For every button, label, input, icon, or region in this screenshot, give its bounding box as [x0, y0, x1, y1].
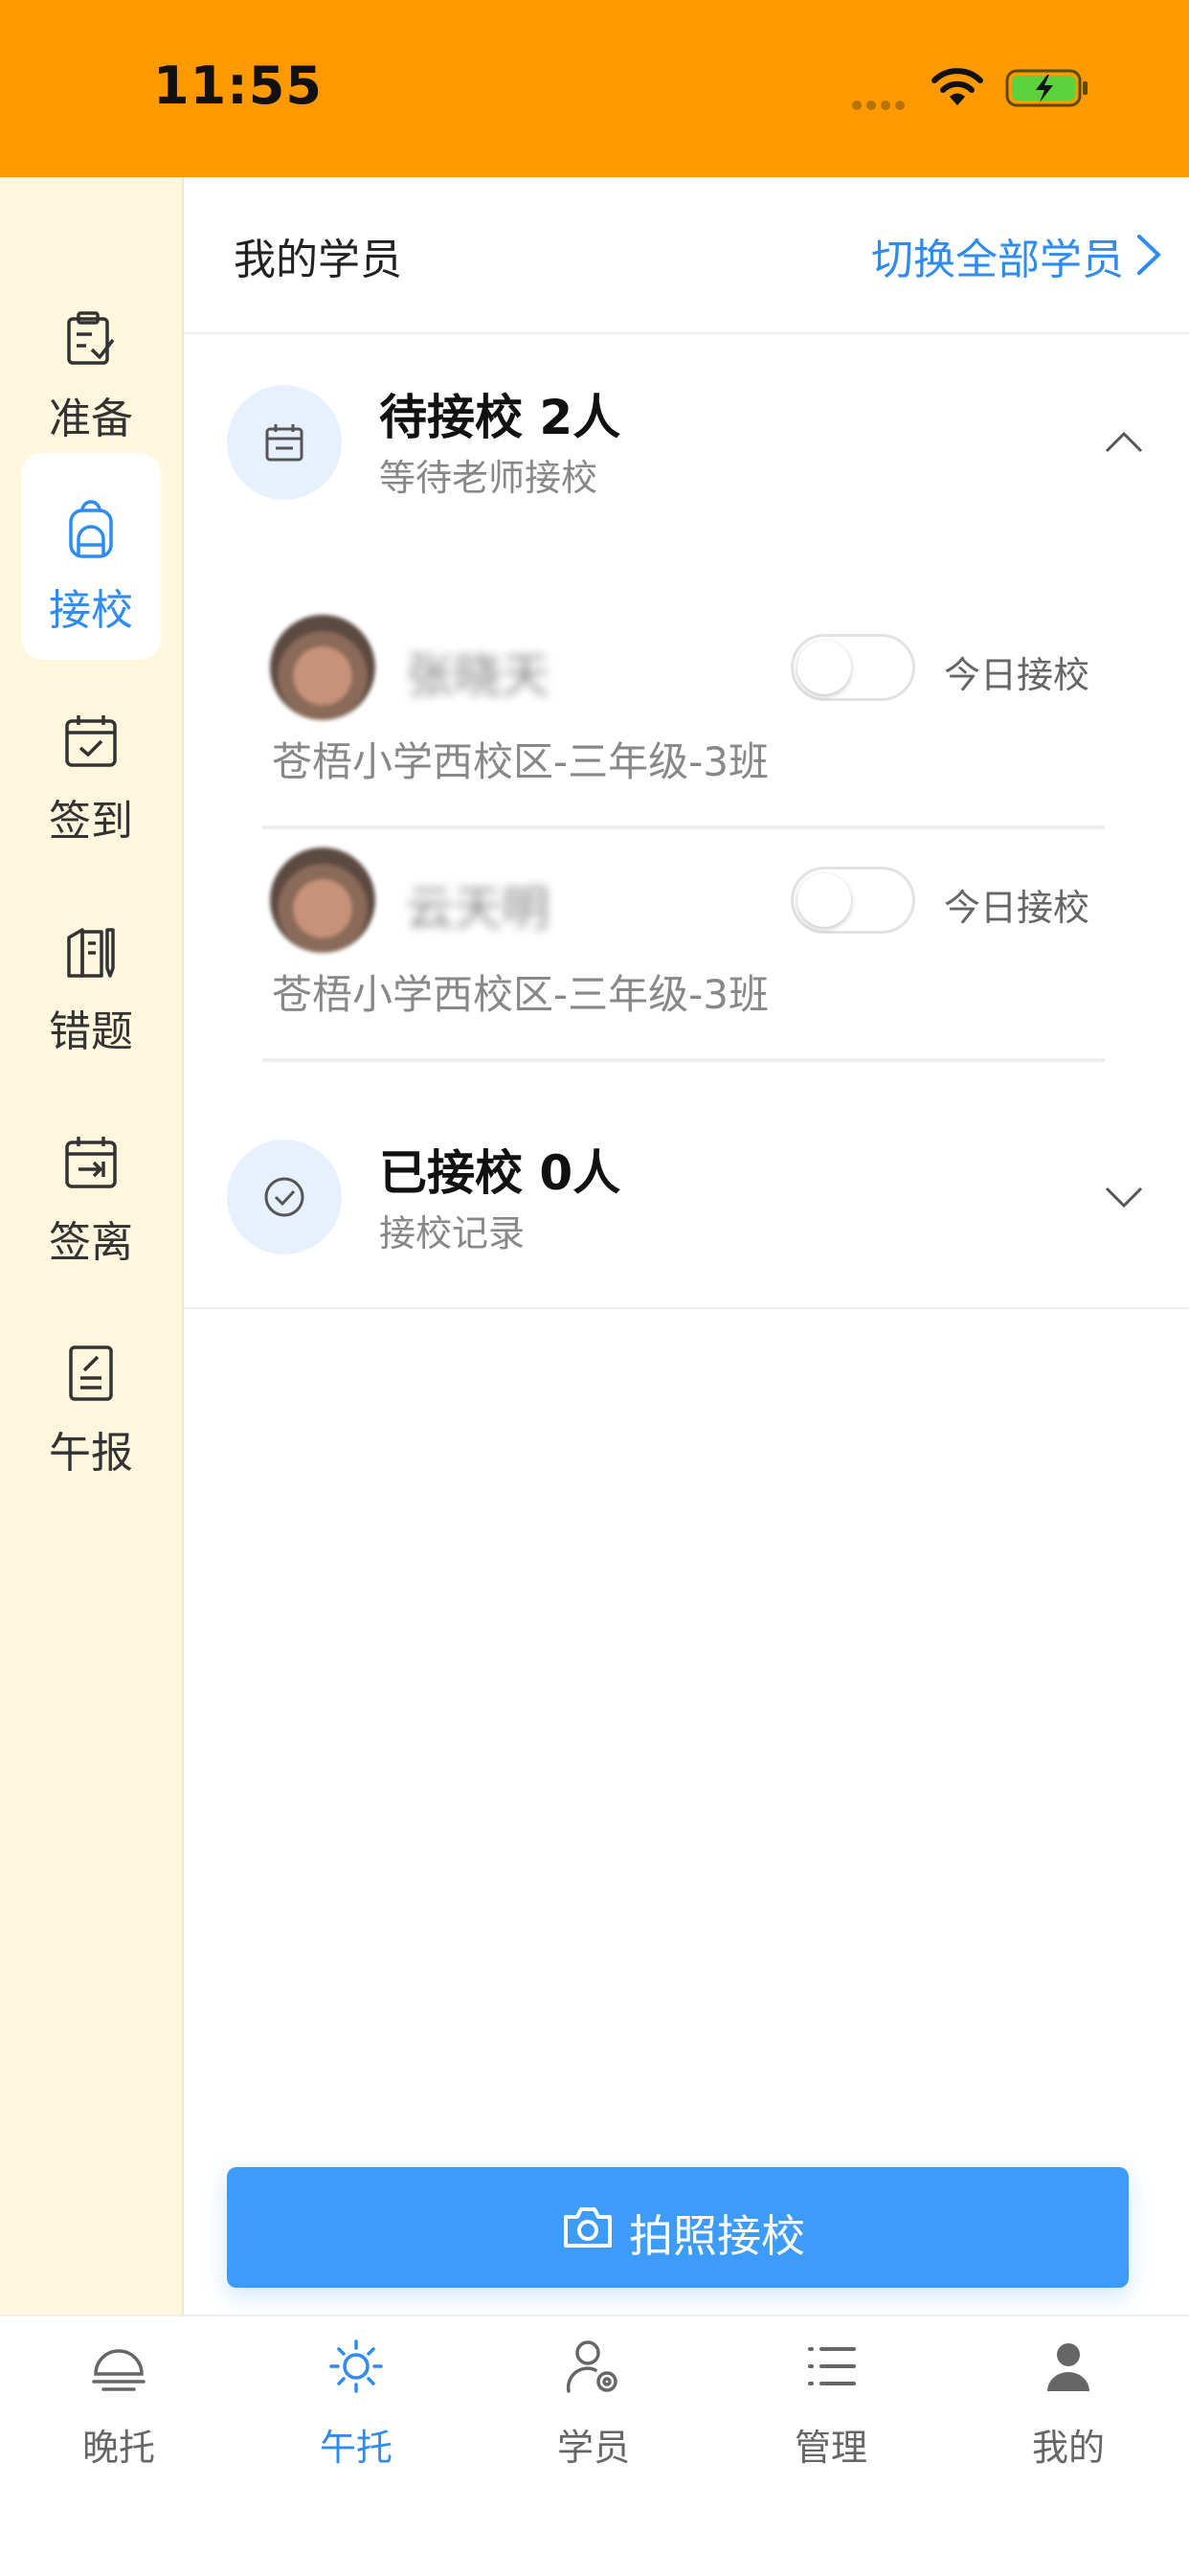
student-name: 张晓天: [406, 648, 550, 704]
student-card: 张晓天 今日接校 苍梧小学西校区-三年级-3班: [262, 596, 1105, 829]
done-title: 已接校 0人: [379, 1145, 621, 1201]
tab-label: 我的: [1031, 2427, 1105, 2469]
tab-students[interactable]: 学员: [475, 2316, 712, 2508]
side-item-label: 准备: [49, 395, 133, 443]
done-icon-bg: [227, 1140, 342, 1254]
avatar: [270, 847, 375, 953]
side-item-prepare[interactable]: 准备: [21, 261, 161, 468]
calendar-exit-icon: [65, 1137, 117, 1188]
side-item-label: 接校: [49, 586, 133, 635]
bottom-tab-bar: 晚托 午托 学员 管理 我的: [0, 2315, 1189, 2576]
toggle-knob: [797, 641, 851, 694]
calendar-check-icon: [65, 715, 117, 767]
side-nav: 准备 接校 签到 错题 签离 午报: [0, 177, 184, 2315]
side-item-label: 午报: [49, 1429, 133, 1478]
done-subtitle: 接校记录: [379, 1212, 526, 1254]
toggle-knob: [797, 873, 851, 927]
tab-manage[interactable]: 管理: [712, 2316, 950, 2508]
side-item-label: 签离: [49, 1218, 133, 1267]
camera-icon: [564, 2207, 612, 2248]
pending-subtitle: 等待老师接校: [379, 457, 598, 499]
list-icon: [808, 2347, 856, 2385]
student-school: 苍梧小学西校区-三年级-3班: [272, 971, 770, 1018]
tab-label: 管理: [794, 2427, 867, 2469]
signal-icon: [852, 96, 913, 110]
photo-pickup-label: 拍照接校: [629, 2210, 805, 2262]
student-card: 云天明 今日接校 苍梧小学西校区-三年级-3班: [262, 828, 1105, 1062]
pending-icon-bg: [227, 385, 342, 500]
lamp-icon: [92, 2349, 146, 2391]
tab-mine[interactable]: 我的: [950, 2316, 1187, 2508]
side-item-pickup[interactable]: 接校: [21, 453, 161, 660]
report-icon: [69, 1345, 113, 1401]
person-icon: [1047, 2343, 1089, 2391]
status-bar: 11:55: [0, 0, 1189, 177]
avatar: [270, 615, 375, 720]
section-divider: [184, 1307, 1189, 1309]
toggle-label: 今日接校: [944, 887, 1090, 929]
chevron-up-icon[interactable]: [1103, 428, 1145, 457]
wifi-icon: [931, 68, 983, 105]
tab-label: 学员: [556, 2427, 630, 2469]
chevron-down-icon[interactable]: [1103, 1183, 1145, 1211]
page-title: 我的学员: [234, 236, 402, 284]
pickup-toggle[interactable]: [791, 867, 915, 934]
chevron-right-icon[interactable]: [1132, 233, 1164, 277]
tab-label: 晚托: [81, 2427, 155, 2469]
battery-charging-icon: [1005, 69, 1088, 107]
clipboard-check-icon: [67, 311, 115, 365]
side-item-checkout[interactable]: 签离: [21, 1085, 161, 1292]
user-gear-icon: [566, 2340, 617, 2393]
student-school: 苍梧小学西校区-三年级-3班: [272, 738, 770, 785]
check-circle-icon: [264, 1177, 304, 1217]
side-item-mistakes[interactable]: 错题: [21, 874, 161, 1081]
backpack-icon: [69, 500, 113, 558]
status-time: 11:55: [153, 56, 323, 116]
tab-label: 午托: [319, 2427, 393, 2469]
pending-section: 待接校 2人 等待老师接校 张晓天 今日接校 苍梧小学西校区-三年级-3班 云天…: [184, 335, 1189, 1062]
switch-all-students-link[interactable]: 切换全部学员: [871, 225, 1124, 286]
done-section: 已接校 0人 接校记录: [184, 1135, 1189, 1307]
photo-pickup-button[interactable]: 拍照接校: [227, 2167, 1129, 2288]
calendar-icon: [265, 424, 303, 462]
pickup-toggle[interactable]: [791, 634, 915, 701]
side-item-checkin[interactable]: 签到: [21, 664, 161, 870]
student-name: 云天明: [406, 881, 550, 937]
sun-icon: [329, 2339, 383, 2393]
book-pen-icon: [67, 928, 115, 978]
side-item-noon-report[interactable]: 午报: [21, 1296, 161, 1503]
tab-evening-care[interactable]: 晚托: [0, 2316, 237, 2508]
my-students-header: 我的学员 切换全部学员: [184, 177, 1189, 334]
toggle-label: 今日接校: [944, 654, 1090, 696]
pending-title: 待接校 2人: [379, 390, 621, 445]
tab-noon-care[interactable]: 午托: [237, 2316, 475, 2508]
side-item-label: 错题: [49, 1007, 133, 1056]
side-item-label: 签到: [49, 797, 133, 846]
